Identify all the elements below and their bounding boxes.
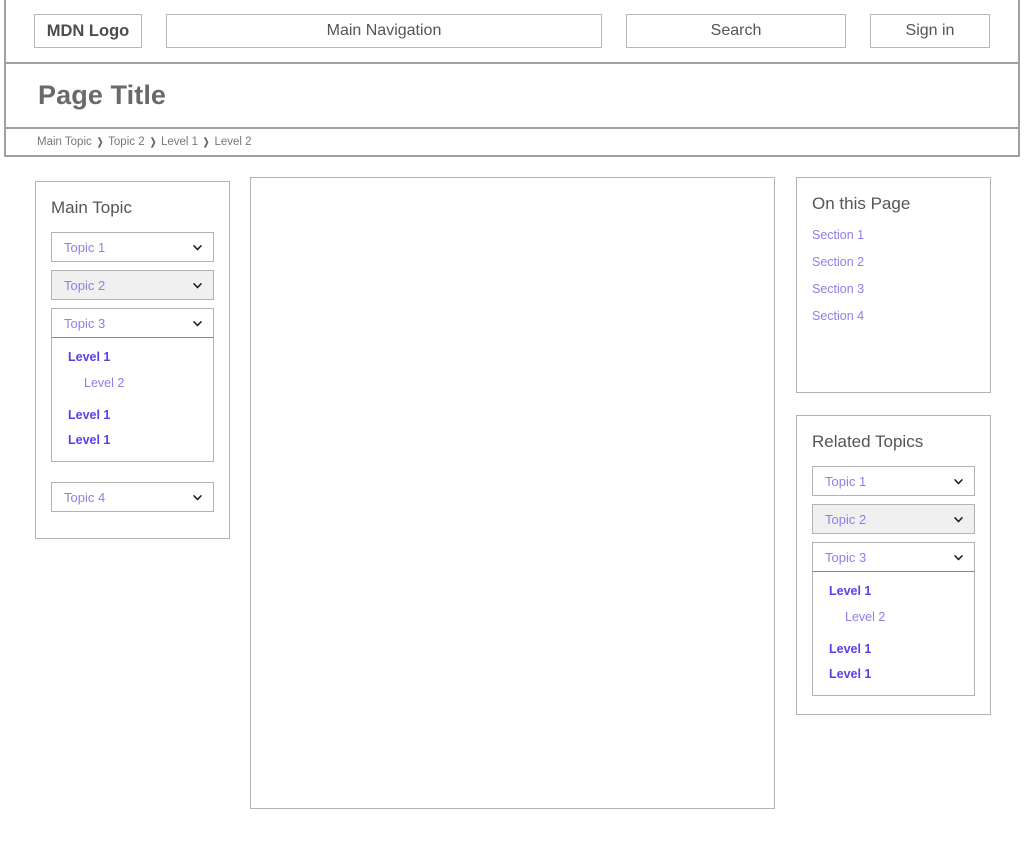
related-subitem-level-2[interactable]: Level 2 (813, 610, 974, 624)
sidebar-item-label: Topic 4 (64, 489, 106, 505)
main-topic-panel-title: Main Topic (51, 198, 132, 217)
chevron-down-icon (193, 320, 202, 326)
sidebar-item-topic-3[interactable]: Topic 3 (51, 308, 214, 338)
breadcrumb-item-2[interactable]: Topic 2 (108, 136, 144, 148)
breadcrumb: Main Topic ❯ Topic 2 ❯ Level 1 ❯ Level 2 (37, 136, 252, 148)
site-header: MDN Logo Main Navigation Search Sign in (4, 0, 1020, 64)
chevron-down-icon (954, 478, 963, 484)
breadcrumb-item-1[interactable]: Main Topic (37, 136, 92, 148)
on-this-page-title: On this Page (812, 194, 911, 213)
related-item-label: Topic 1 (825, 473, 867, 489)
toc-link-section-3[interactable]: Section 3 (812, 282, 975, 296)
toc-link-section-1[interactable]: Section 1 (812, 228, 975, 242)
sidebar-item-topic-4[interactable]: Topic 4 (51, 482, 214, 512)
related-subitem-level-1[interactable]: Level 1 (813, 667, 974, 681)
toc-link-section-2[interactable]: Section 2 (812, 255, 975, 269)
panel-divider-gap (796, 393, 991, 415)
breadcrumb-band: Main Topic ❯ Topic 2 ❯ Level 1 ❯ Level 2 (4, 129, 1020, 157)
chevron-right-icon: ❯ (96, 136, 104, 148)
chevron-down-icon (954, 554, 963, 560)
breadcrumb-item-3[interactable]: Level 1 (161, 136, 198, 148)
related-subitem-level-1[interactable]: Level 1 (813, 584, 974, 598)
main-topic-panel: Main Topic Topic 1 Topic 2 Topic 3 Level… (35, 181, 230, 539)
sidebar-accordion-topic-4: Topic 4 (51, 482, 214, 512)
sidebar-item-topic-1[interactable]: Topic 1 (51, 232, 214, 262)
page-title: Page Title (38, 80, 167, 110)
chevron-down-icon (954, 516, 963, 522)
breadcrumb-item-4: Level 2 (214, 136, 252, 148)
mdn-logo-button[interactable]: MDN Logo (34, 14, 142, 48)
chevron-down-icon (193, 244, 202, 250)
sidebar-accordion-topic-1: Topic 1 (51, 232, 214, 262)
sidebar-accordion-topic-3: Topic 3 Level 1 Level 2 Level 1 Level 1 (51, 308, 214, 462)
related-subtree-topic-3: Level 1 Level 2 Level 1 Level 1 (812, 572, 975, 696)
chevron-down-icon (193, 494, 202, 500)
sidebar-subitem-level-2[interactable]: Level 2 (52, 376, 213, 390)
sidebar-subitem-level-1[interactable]: Level 1 (52, 433, 213, 447)
related-topics-title: Related Topics (812, 432, 924, 451)
related-accordion-topic-2: Topic 2 (812, 504, 975, 534)
wireframe-page: MDN Logo Main Navigation Search Sign in … (0, 0, 1024, 860)
sidebar-item-label: Topic 2 (64, 277, 106, 293)
page-title-band: Page Title (4, 64, 1020, 129)
related-item-topic-1[interactable]: Topic 1 (812, 466, 975, 496)
related-accordion-topic-3: Topic 3 Level 1 Level 2 Level 1 Level 1 (812, 542, 975, 696)
sidebar-subitem-level-1[interactable]: Level 1 (52, 350, 213, 364)
main-content-area (250, 177, 775, 809)
sidebar-subitem-level-1[interactable]: Level 1 (52, 408, 213, 422)
sign-in-button[interactable]: Sign in (870, 14, 990, 48)
right-sidebar: On this Page Section 1 Section 2 Section… (796, 177, 991, 715)
sidebar-subtree-topic-3: Level 1 Level 2 Level 1 Level 1 (51, 338, 214, 462)
related-accordion-topic-1: Topic 1 (812, 466, 975, 496)
on-this-page-panel: On this Page Section 1 Section 2 Section… (796, 177, 991, 393)
sidebar-item-label: Topic 3 (64, 315, 106, 331)
related-item-label: Topic 2 (825, 511, 867, 527)
search-box[interactable]: Search (626, 14, 846, 48)
sidebar-accordion-topic-2: Topic 2 (51, 270, 214, 300)
header-row: MDN Logo Main Navigation Search Sign in (6, 0, 1018, 62)
related-subitem-level-1[interactable]: Level 1 (813, 642, 974, 656)
related-topics-panel: Related Topics Topic 1 Topic 2 Topic 3 L… (796, 415, 991, 715)
related-item-topic-3[interactable]: Topic 3 (812, 542, 975, 572)
related-item-topic-2[interactable]: Topic 2 (812, 504, 975, 534)
chevron-right-icon: ❯ (149, 136, 156, 148)
left-sidebar: Main Topic Topic 1 Topic 2 Topic 3 Level… (35, 181, 230, 539)
chevron-right-icon: ❯ (203, 136, 210, 148)
toc-link-section-4[interactable]: Section 4 (812, 309, 975, 323)
sidebar-item-topic-2[interactable]: Topic 2 (51, 270, 214, 300)
chevron-down-icon (193, 282, 202, 288)
main-navigation-bar[interactable]: Main Navigation (166, 14, 602, 48)
sidebar-item-label: Topic 1 (64, 239, 106, 255)
related-item-label: Topic 3 (825, 549, 867, 565)
